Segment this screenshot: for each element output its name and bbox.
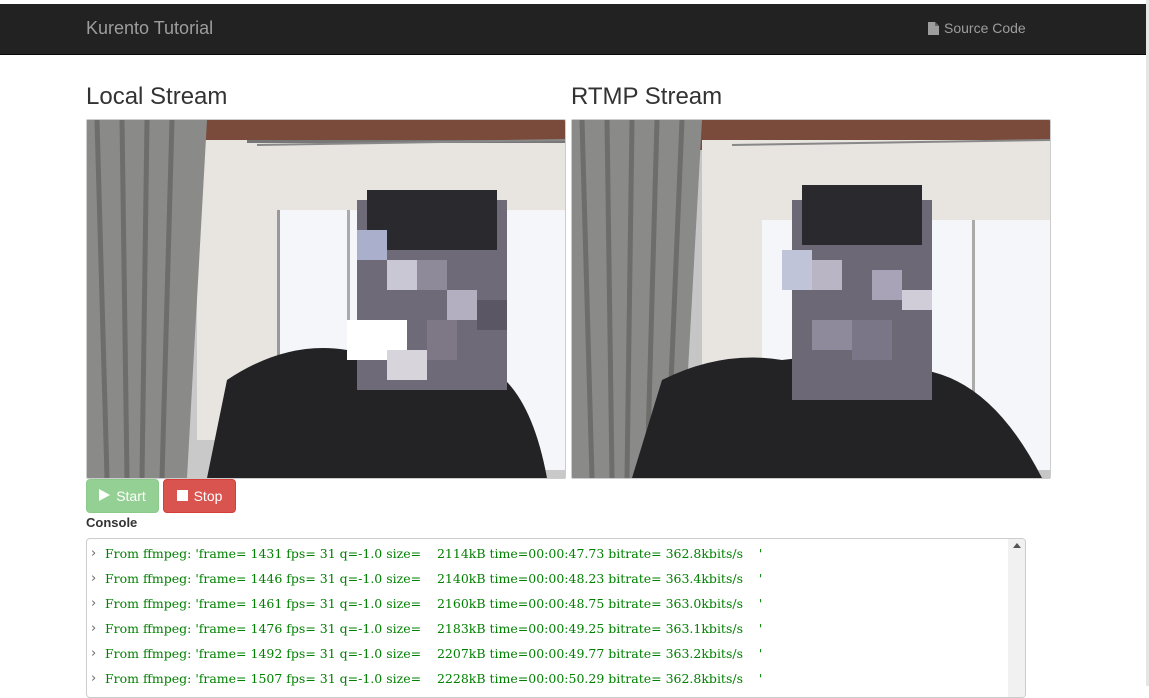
console-lines: › From ffmpeg: 'frame= 1431 fps= 31 q=-1.…: [91, 539, 1006, 691]
source-code-label: Source Code: [944, 20, 1026, 36]
source-code-link[interactable]: Source Code: [928, 20, 1026, 36]
rtmp-video[interactable]: [571, 119, 1051, 479]
console-panel[interactable]: › From ffmpeg: 'frame= 1431 fps= 31 q=-1.…: [86, 538, 1026, 698]
chevron-right-icon: ›: [91, 571, 97, 586]
navbar-brand[interactable]: Kurento Tutorial: [86, 18, 213, 39]
chevron-right-icon: ›: [91, 596, 97, 611]
stop-button[interactable]: Stop: [163, 479, 236, 513]
chevron-right-icon: ›: [91, 646, 97, 661]
scroll-up-arrow-icon[interactable]: [1013, 543, 1021, 548]
console-line: › From ffmpeg: 'frame= 1507 fps= 31 q=-1.…: [91, 666, 1006, 691]
local-stream-title: Local Stream: [86, 83, 228, 110]
console-label: Console: [86, 515, 138, 530]
start-button-label: Start: [116, 488, 146, 504]
rtmp-video-frame: [572, 120, 1050, 478]
navbar: Kurento Tutorial Source Code: [0, 4, 1146, 55]
local-video-frame: [87, 120, 565, 478]
start-button[interactable]: Start: [86, 479, 159, 513]
console-line: › From ffmpeg: 'frame= 1476 fps= 31 q=-1.…: [91, 616, 1006, 641]
local-video[interactable]: [86, 119, 566, 479]
chevron-right-icon: ›: [91, 546, 97, 561]
console-line: › From ffmpeg: 'frame= 1461 fps= 31 q=-1.…: [91, 591, 1006, 616]
play-icon: [99, 488, 111, 504]
stop-icon: [176, 488, 188, 504]
rtmp-stream-title: RTMP Stream: [571, 83, 723, 110]
chevron-right-icon: ›: [91, 671, 97, 686]
console-line: › From ffmpeg: 'frame= 1492 fps= 31 q=-1.…: [91, 641, 1006, 666]
chevron-right-icon: ›: [91, 621, 97, 636]
stop-button-label: Stop: [193, 488, 223, 504]
console-line: › From ffmpeg: 'frame= 1431 fps= 31 q=-1.…: [91, 541, 1006, 566]
console-line: › From ffmpeg: 'frame= 1446 fps= 31 q=-1.…: [91, 566, 1006, 591]
file-icon: [928, 21, 939, 35]
console-scrollbar[interactable]: [1008, 539, 1025, 697]
